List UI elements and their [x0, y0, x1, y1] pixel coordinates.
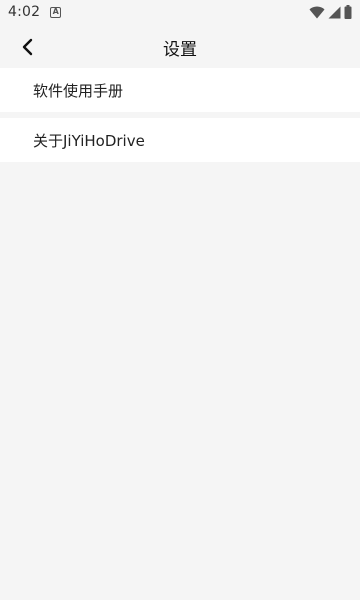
- status-left: 4:02 A: [8, 4, 62, 20]
- app-bar: 设置: [0, 24, 360, 70]
- settings-item-user-manual[interactable]: 软件使用手册: [0, 68, 360, 112]
- status-bar: 4:02 A: [0, 0, 360, 24]
- battery-icon: [344, 5, 352, 19]
- signal-icon: [328, 6, 341, 18]
- a-icon: A: [50, 6, 62, 18]
- page-title: 设置: [163, 39, 197, 60]
- status-right: [309, 5, 352, 19]
- settings-item-label: 关于JiYiHoDrive: [33, 131, 145, 150]
- chevron-left-icon: [22, 38, 33, 56]
- status-time: 4:02: [8, 4, 41, 20]
- settings-item-about[interactable]: 关于JiYiHoDrive: [0, 118, 360, 162]
- back-button[interactable]: [10, 29, 46, 65]
- settings-item-label: 软件使用手册: [33, 81, 124, 100]
- wifi-icon: [309, 6, 325, 18]
